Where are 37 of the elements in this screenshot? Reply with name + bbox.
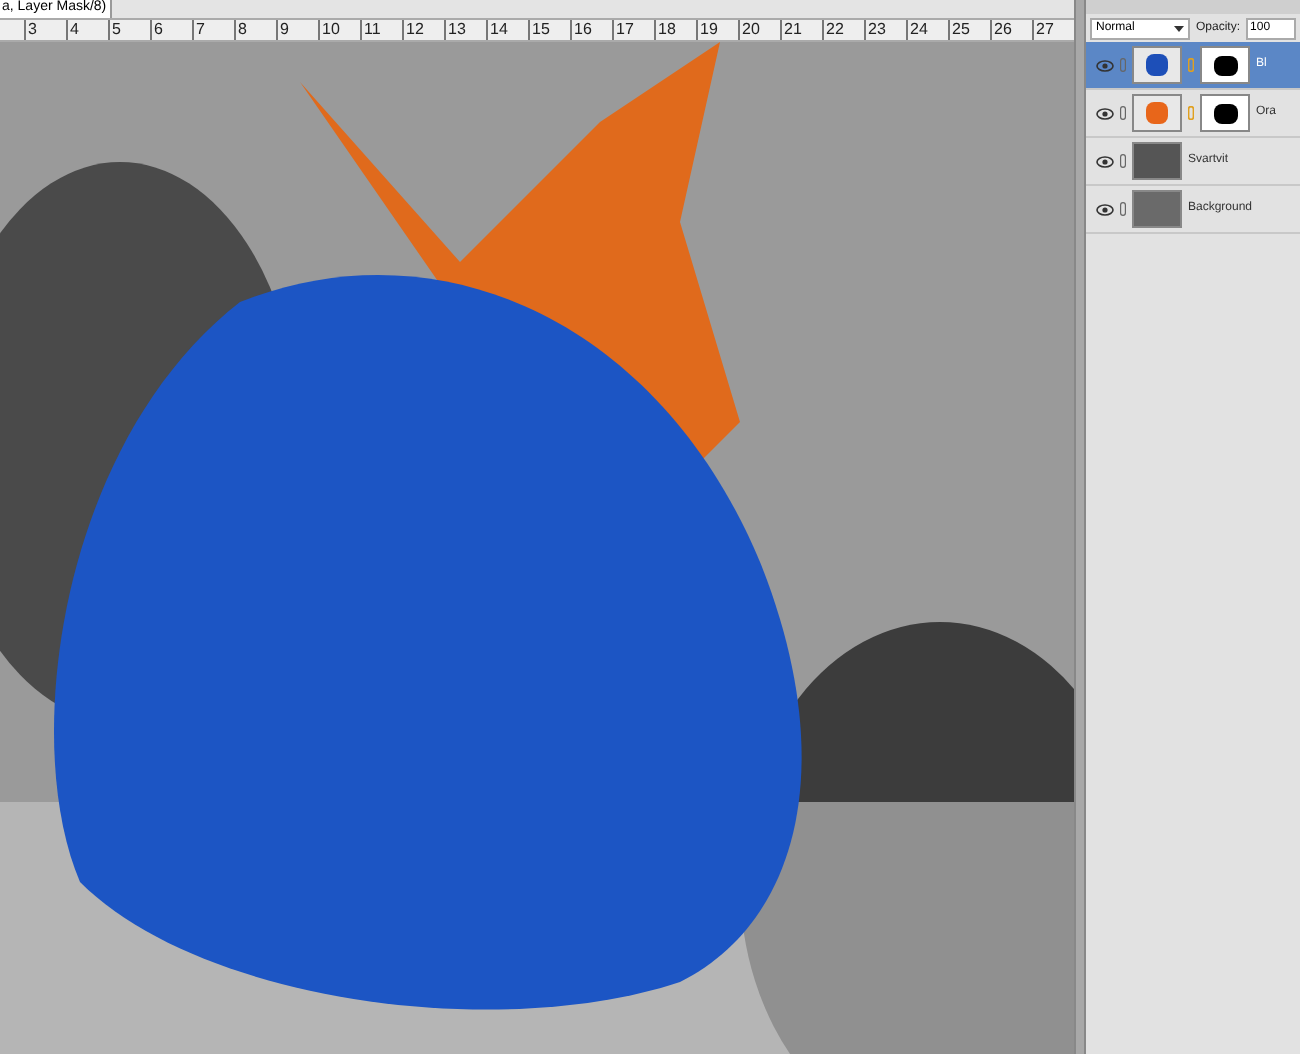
link-icon <box>1120 106 1126 120</box>
chain-icon <box>1188 58 1194 72</box>
ruler-number: 20 <box>740 20 760 38</box>
ruler-number: 18 <box>656 20 676 38</box>
ruler-number: 24 <box>908 20 928 38</box>
ruler-number: 3 <box>26 20 37 38</box>
chain-icon <box>1188 106 1194 120</box>
ruler-number: 16 <box>572 20 592 38</box>
link-icon <box>1120 58 1126 72</box>
ruler-number: 22 <box>824 20 844 38</box>
eye-icon[interactable] <box>1096 107 1114 119</box>
ruler-number: 14 <box>488 20 508 38</box>
ruler-number: 7 <box>194 20 205 38</box>
ruler-number: 26 <box>992 20 1012 38</box>
eye-icon[interactable] <box>1096 155 1114 167</box>
ruler-number: 19 <box>698 20 718 38</box>
layer-mask-thumbnail <box>1200 46 1250 84</box>
ruler-number: 27 <box>1034 20 1054 38</box>
layer-mask-thumbnail <box>1200 94 1250 132</box>
ruler-number: 11 <box>362 20 381 38</box>
link-icon <box>1120 202 1126 216</box>
ruler-number: 10 <box>320 20 340 38</box>
ruler-number: 15 <box>530 20 550 38</box>
ruler-number: 5 <box>110 20 121 38</box>
ruler-number: 13 <box>446 20 466 38</box>
ruler-number: 25 <box>950 20 970 38</box>
ruler-number: 9 <box>278 20 289 38</box>
ruler-number: 4 <box>68 20 79 38</box>
link-icon <box>1120 154 1126 168</box>
ruler-number: 12 <box>404 20 424 38</box>
ruler-number: 23 <box>866 20 886 38</box>
ruler-number: 17 <box>614 20 634 38</box>
caret-icon <box>1174 25 1184 31</box>
ruler-number: 6 <box>152 20 163 38</box>
ruler-number: 21 <box>782 20 802 38</box>
eye-icon[interactable] <box>1096 203 1114 215</box>
ruler-number: 8 <box>236 20 247 38</box>
